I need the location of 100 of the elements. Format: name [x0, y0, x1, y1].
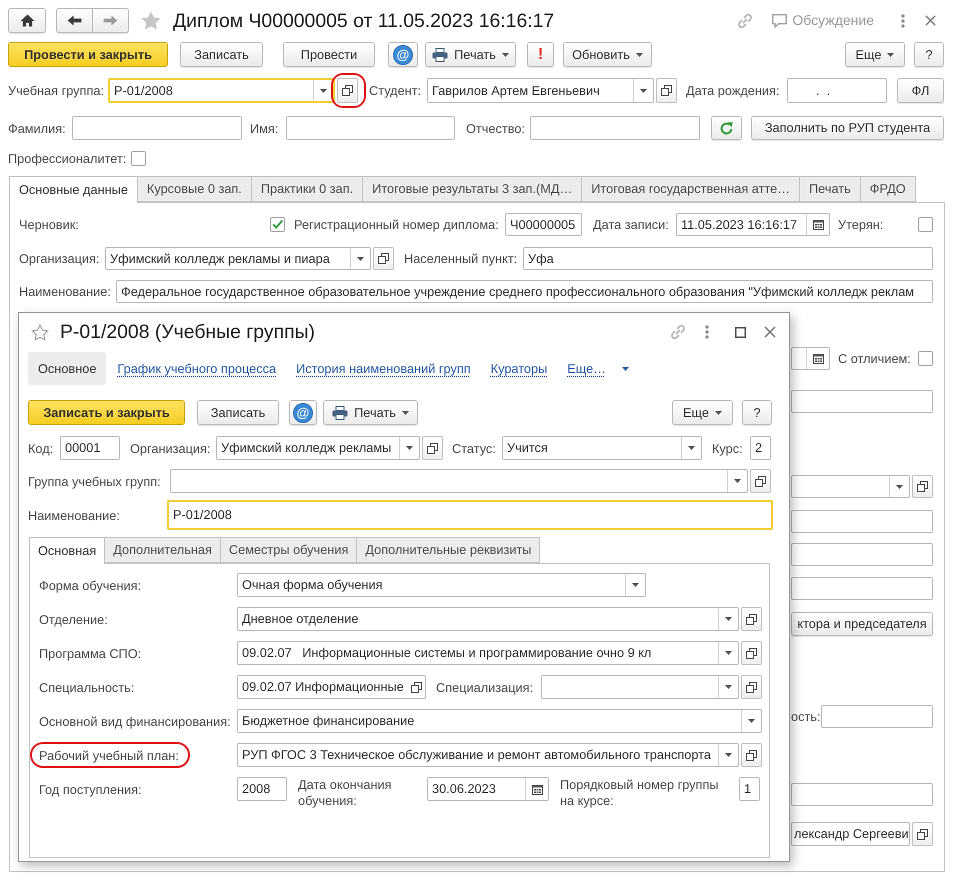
star-icon[interactable]: [31, 324, 49, 340]
nav-tab[interactable]: Основное: [28, 352, 106, 385]
nav-menu-link[interactable]: Еще…: [567, 358, 629, 378]
dropdown-field[interactable]: [170, 469, 748, 493]
tab[interactable]: Дополнительная: [104, 537, 221, 563]
checkbox[interactable]: [918, 351, 933, 366]
vertical-dots-icon[interactable]: [901, 14, 905, 28]
open-button[interactable]: [741, 607, 762, 631]
input-field[interactable]: [821, 705, 933, 728]
input-field[interactable]: 00001: [60, 436, 120, 460]
input-field[interactable]: Ч00000005: [505, 213, 582, 236]
input-field[interactable]: [72, 116, 242, 140]
tab[interactable]: Итоговые результаты 3 зап.(МД…: [362, 176, 582, 202]
input-field[interactable]: [791, 577, 933, 600]
dropdown-field[interactable]: Р-01/2008: [108, 78, 335, 103]
alert-button[interactable]: !: [527, 42, 554, 67]
input-field[interactable]: лександр Сергееви: [791, 822, 910, 846]
open-button[interactable]: [750, 469, 771, 493]
date-field[interactable]: 11.05.2023 16:16:17: [676, 213, 830, 236]
star-icon[interactable]: [140, 10, 162, 31]
open-button[interactable]: [741, 641, 762, 665]
open-button[interactable]: [422, 436, 443, 460]
tab[interactable]: Семестры обучения: [220, 537, 358, 563]
date-field[interactable]: . .: [787, 78, 887, 103]
toolbar-button[interactable]: ?: [742, 400, 772, 425]
checkbox[interactable]: [918, 217, 933, 232]
input-field[interactable]: 2: [750, 436, 771, 460]
toolbar-button[interactable]: Заполнить по РУП студента: [751, 116, 944, 140]
input-field[interactable]: 1: [739, 777, 760, 801]
tab[interactable]: Дополнительные реквизиты: [356, 537, 540, 563]
menu-button[interactable]: Еще: [672, 400, 733, 425]
checkbox[interactable]: [131, 150, 146, 166]
tab[interactable]: ФРДО: [860, 176, 916, 202]
nav-link[interactable]: Кураторы: [490, 358, 548, 378]
input-field[interactable]: [286, 116, 455, 140]
overlapping-squares-icon: [410, 682, 422, 692]
nav-link[interactable]: График учебного процесса: [117, 358, 276, 378]
input-field[interactable]: [791, 510, 933, 533]
tab[interactable]: Практики 0 зап.: [250, 176, 364, 202]
open-button[interactable]: [337, 78, 358, 103]
dropdown-field[interactable]: Гаврилов Артем Евгеньевич: [427, 78, 654, 103]
maximize-icon[interactable]: [735, 326, 746, 338]
email-button[interactable]: @: [289, 400, 317, 425]
input-field[interactable]: Р-01/2008: [167, 500, 773, 530]
input-field[interactable]: [530, 116, 700, 140]
input-field[interactable]: 2008: [237, 777, 287, 801]
input-field[interactable]: [791, 783, 933, 806]
open-button[interactable]: [741, 675, 762, 699]
tab[interactable]: Основная: [29, 537, 106, 564]
refresh-button[interactable]: [711, 116, 742, 140]
print-button[interactable]: Печать: [323, 400, 418, 425]
print-button[interactable]: Печать: [425, 42, 516, 67]
close-icon[interactable]: [925, 15, 936, 26]
close-icon[interactable]: [764, 326, 776, 338]
open-button[interactable]: [912, 475, 933, 498]
dropdown-field[interactable]: Бюджетное финансирование: [237, 709, 762, 733]
dropdown-field[interactable]: Очная форма обучения: [237, 573, 646, 597]
link-field[interactable]: 09.02.07 Информационные: [237, 675, 426, 699]
input-field[interactable]: Уфа: [523, 247, 933, 270]
date-field[interactable]: [791, 347, 830, 370]
tab[interactable]: Курсовые 0 зап.: [136, 176, 252, 202]
dropdown-field[interactable]: Учится: [502, 436, 702, 460]
date-field[interactable]: 30.06.2023: [427, 777, 549, 801]
input-field[interactable]: [791, 543, 933, 566]
tab[interactable]: Основные данные: [9, 176, 138, 203]
open-button[interactable]: [656, 78, 677, 103]
toolbar-button[interactable]: ?: [914, 42, 944, 67]
email-button[interactable]: @: [388, 42, 418, 67]
checkbox[interactable]: [270, 217, 285, 232]
dropdown-field[interactable]: 09.02.07 Информационные системы и программирование очно 9 кл: [237, 641, 739, 665]
dropdown-field[interactable]: Дневное отделение: [237, 607, 739, 631]
primary-button[interactable]: Записать и закрыть: [28, 400, 185, 425]
open-button[interactable]: [373, 247, 394, 270]
caret-icon: [632, 583, 639, 587]
primary-button[interactable]: Провести и закрыть: [8, 42, 168, 67]
input-field[interactable]: [791, 390, 933, 413]
dropdown-field[interactable]: [541, 675, 739, 699]
input-field[interactable]: Федеральное государственное образовательное учреждение среднего профессионального образования "Уфимский колледж реклам: [116, 280, 933, 303]
dropdown-field[interactable]: РУП ФГОС 3 Техническое обслуживание и ремонт автомобильного транспорта: [237, 743, 739, 767]
nav-link[interactable]: История наименований групп: [296, 358, 471, 378]
menu-button[interactable]: Обновить: [563, 42, 652, 67]
toolbar-button[interactable]: Провести: [283, 42, 375, 67]
home-icon: [20, 14, 34, 27]
vertical-dots-icon[interactable]: [705, 325, 709, 339]
toolbar-button[interactable]: Записать: [197, 400, 279, 425]
dropdown-field[interactable]: Уфимский колледж рекламы: [216, 436, 420, 460]
open-button[interactable]: [741, 743, 762, 767]
open-button[interactable]: [912, 822, 933, 846]
home-button[interactable]: [8, 8, 46, 33]
toolbar-button[interactable]: Записать: [180, 42, 263, 67]
toolbar-button[interactable]: ФЛ: [897, 78, 944, 103]
dropdown-field[interactable]: Уфимский колледж рекламы и пиара: [105, 247, 371, 270]
arrow-right-icon: [103, 15, 118, 26]
toolbar-button[interactable]: ктора и председателя: [791, 612, 933, 636]
field-label: Рабочий учебный план:: [39, 748, 179, 762]
tab[interactable]: Итоговая государственная атте…: [581, 176, 800, 202]
tab[interactable]: Печать: [798, 176, 861, 202]
menu-button[interactable]: Еще: [845, 42, 905, 67]
dropdown-field[interactable]: [791, 475, 910, 498]
back-button[interactable]: [56, 8, 93, 33]
